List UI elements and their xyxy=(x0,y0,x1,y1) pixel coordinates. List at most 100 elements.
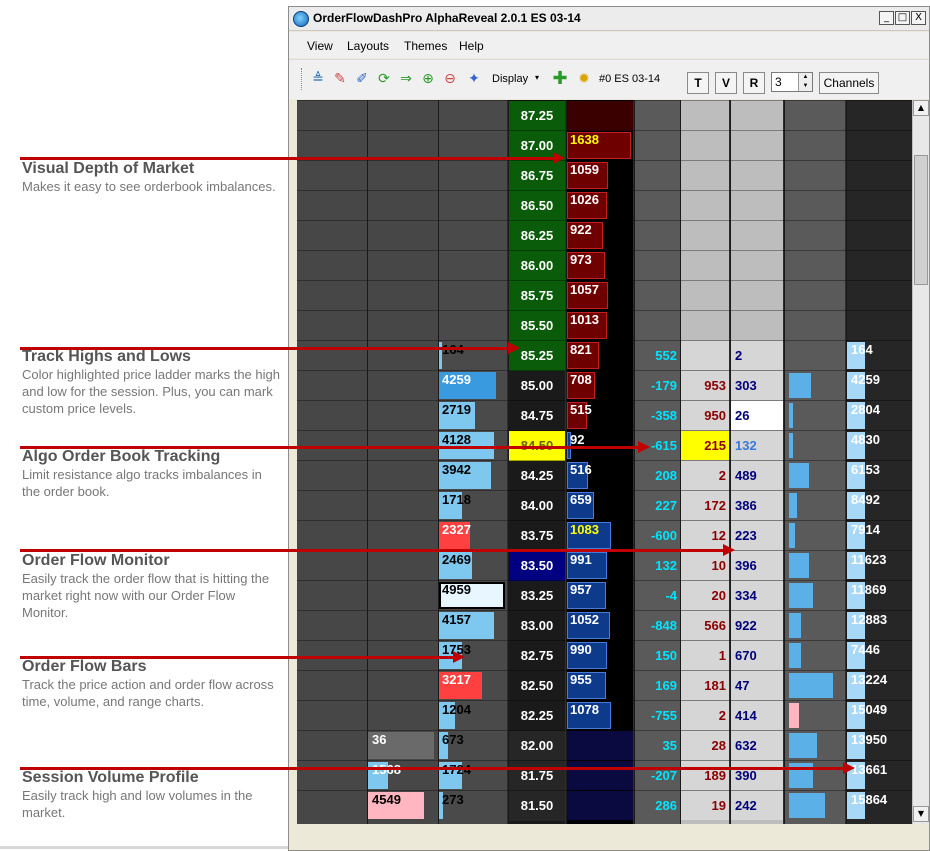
order-flow-bar xyxy=(789,793,825,818)
sell-volume: 132 xyxy=(731,431,783,460)
order-flow-bar xyxy=(789,703,799,728)
scroll-down-icon[interactable]: ▼ xyxy=(913,806,929,822)
add-icon[interactable]: ✚ xyxy=(551,70,569,88)
menu-view[interactable]: View xyxy=(307,39,333,53)
toolbar-grip[interactable] xyxy=(301,68,304,90)
menu-help[interactable]: Help xyxy=(459,39,484,53)
column-divider xyxy=(566,100,567,824)
eraser-icon[interactable]: ✎ xyxy=(331,70,349,88)
zoom-out-icon[interactable]: ⊖ xyxy=(441,70,459,88)
order-flow-bar xyxy=(789,583,813,608)
order-flow-bar xyxy=(789,523,795,548)
sell-volume: 47 xyxy=(731,671,783,700)
row-divider xyxy=(297,520,912,521)
layout-icon[interactable]: ✦ xyxy=(465,70,483,88)
bid-depth-bar xyxy=(567,791,633,820)
delta-value: -600 xyxy=(650,528,677,543)
sell-volume: 922 xyxy=(731,611,783,640)
price-level: 86.75 xyxy=(509,161,565,191)
count-stepper[interactable]: 3 ▲ ▼ xyxy=(771,72,813,92)
scroll-thumb[interactable] xyxy=(914,155,928,285)
t-button[interactable]: T xyxy=(687,72,709,94)
sell-volume: 242 xyxy=(731,791,783,820)
row-divider xyxy=(297,220,912,221)
buy-volume: 28 xyxy=(681,731,729,760)
callout-arrow-line xyxy=(20,656,455,659)
delta-value: 208 xyxy=(655,468,677,483)
delta-value: -358 xyxy=(650,408,677,423)
row-divider xyxy=(297,610,912,611)
price-level: 82.00 xyxy=(509,731,565,761)
clear-icon[interactable]: ✐ xyxy=(353,70,371,88)
order-flow-bar xyxy=(789,673,833,698)
price-level: 86.50 xyxy=(509,191,565,221)
arrow-head-icon xyxy=(638,441,650,453)
maximize-button[interactable]: □ xyxy=(895,11,910,25)
price-level: 84.25 xyxy=(509,461,565,491)
row-divider xyxy=(297,370,912,371)
menu-layouts[interactable]: Layouts xyxy=(347,39,389,53)
volume-bar-value: 4549 xyxy=(372,792,401,807)
sell-volume: 390 xyxy=(731,761,783,790)
chevron-down-icon[interactable]: ▾ xyxy=(535,73,539,82)
minimize-button[interactable]: _ xyxy=(879,11,894,25)
close-button[interactable]: X xyxy=(911,11,926,25)
sell-volume: 2 xyxy=(731,341,783,370)
buy-volume: 566 xyxy=(681,611,729,640)
sell-volume: 26 xyxy=(731,401,783,430)
row-divider xyxy=(297,340,912,341)
order-flow-bar xyxy=(789,463,809,488)
price-level: 85.00 xyxy=(509,371,565,401)
callout-title: Session Volume Profile xyxy=(22,769,199,786)
v-button[interactable]: V xyxy=(715,72,737,94)
price-level: 85.50 xyxy=(509,311,565,341)
delta-value: 227 xyxy=(655,498,677,513)
price-level: 85.75 xyxy=(509,281,565,311)
stepper-arrows-icon[interactable]: ▲ ▼ xyxy=(798,73,812,91)
delta-value: -179 xyxy=(650,378,677,393)
column-divider xyxy=(634,100,635,824)
price-level: 84.75 xyxy=(509,401,565,431)
buy-volume: 215 xyxy=(681,431,729,460)
sell-volume: 489 xyxy=(731,461,783,490)
scroll-up-icon[interactable]: ▲ xyxy=(913,100,929,116)
delta-value: -848 xyxy=(650,618,677,633)
settings-gear-icon[interactable]: ✹ xyxy=(575,70,593,88)
display-dropdown[interactable]: Display xyxy=(492,73,528,85)
zoom-in-icon[interactable]: ⊕ xyxy=(419,70,437,88)
callout-arrow-line xyxy=(20,157,555,160)
refresh-icon[interactable]: ⟳ xyxy=(375,70,393,88)
callout-arrow-line xyxy=(20,549,725,552)
buy-volume: 2 xyxy=(681,701,729,730)
price-level: 86.25 xyxy=(509,221,565,251)
delta-value: -207 xyxy=(650,768,677,783)
callout-arrow-line xyxy=(20,446,640,449)
sell-volume: 303 xyxy=(731,371,783,400)
callout-text: Track the price action and order flow ac… xyxy=(22,677,274,709)
center-icon[interactable]: ≜ xyxy=(309,70,327,88)
row-divider xyxy=(297,400,912,401)
toolbar: ≜ ✎ ✐ ⟳ ⇒ ⊕ ⊖ ✦ Display ▾ ✚ ✹ #0 ES 03-1… xyxy=(289,59,929,99)
arrow-head-icon xyxy=(553,152,565,164)
price-level: 83.25 xyxy=(509,581,565,611)
r-button[interactable]: R xyxy=(743,72,765,94)
callout-order-flow-monitor: Order Flow Monitor Easily track the orde… xyxy=(22,552,282,621)
arrow-head-icon xyxy=(508,342,520,354)
sell-volume: 223 xyxy=(731,521,783,550)
delta-value: 552 xyxy=(655,348,677,363)
row-divider xyxy=(297,460,912,461)
arrow-right-icon[interactable]: ⇒ xyxy=(397,70,415,88)
price-ladder[interactable]: 87.25 87.00 1638 86.75 1059 86.50 1026 86.25 922… xyxy=(297,100,912,824)
callout-text: Easily track the order flow that is hitt… xyxy=(22,571,270,620)
order-flow-bar xyxy=(789,493,797,518)
column-divider xyxy=(680,100,681,824)
price-level: 82.75 xyxy=(509,641,565,671)
buy-volume: 953 xyxy=(681,371,729,400)
delta-value: 286 xyxy=(655,798,677,813)
delta-value: 35 xyxy=(662,738,677,753)
callout-highs-lows: Track Highs and Lows Color highlighted p… xyxy=(22,348,282,417)
buy-volume: 2 xyxy=(681,461,729,490)
channels-button[interactable]: Channels xyxy=(819,72,879,94)
menu-themes[interactable]: Themes xyxy=(404,39,447,53)
vertical-scrollbar[interactable]: ▲ ▼ xyxy=(912,100,929,824)
